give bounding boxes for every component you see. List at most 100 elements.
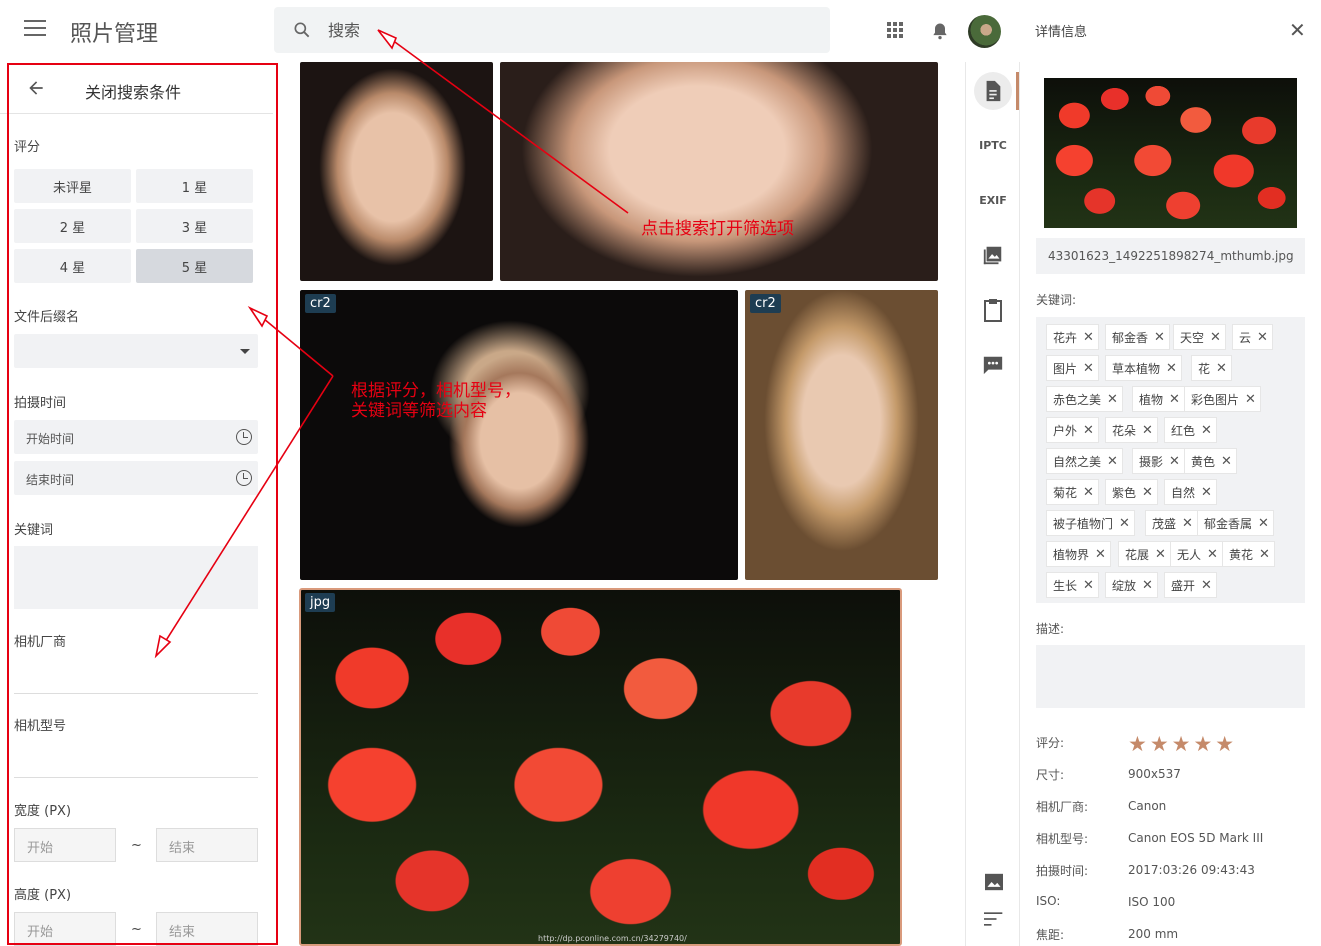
keyword-chip[interactable]: 天空 ✕ [1173,324,1226,350]
remove-chip-icon[interactable]: ✕ [1119,516,1130,531]
keyword-chip[interactable]: 紫色 ✕ [1105,479,1158,505]
remove-chip-icon[interactable]: ✕ [1169,454,1180,469]
menu-icon[interactable] [24,20,46,38]
height-start-input[interactable]: 开始 [14,912,116,946]
remove-chip-icon[interactable]: ✕ [1083,361,1094,376]
keyword-chip[interactable]: 花展 ✕ [1118,541,1171,567]
sort-icon[interactable] [984,911,1004,927]
keyword-chip[interactable]: 云 ✕ [1232,324,1273,350]
rating-stars[interactable]: ★★★★★ [1128,732,1237,756]
keyword-chip[interactable]: 黄花 ✕ [1222,541,1275,567]
remove-chip-icon[interactable]: ✕ [1083,423,1094,438]
tab-exif[interactable]: EXIF [974,181,1012,219]
remove-chip-icon[interactable]: ✕ [1083,485,1094,500]
keyword-input[interactable] [14,546,258,609]
width-end-input[interactable]: 结束 [156,828,258,862]
keyword-chip[interactable]: 生长 ✕ [1046,572,1099,598]
keyword-chip[interactable]: 黄色 ✕ [1184,448,1237,474]
keyword-chip[interactable]: 绽放 ✕ [1105,572,1158,598]
remove-chip-icon[interactable]: ✕ [1207,547,1218,562]
keyword-chip[interactable]: 郁金香 ✕ [1105,324,1170,350]
rating-unrated-button[interactable]: 未评星 [14,169,131,203]
keyword-chip[interactable]: 盛开 ✕ [1164,572,1217,598]
remove-chip-icon[interactable]: ✕ [1210,330,1221,345]
clock-icon[interactable] [236,470,252,486]
tab-document-icon[interactable] [974,72,1012,110]
remove-chip-icon[interactable]: ✕ [1201,423,1212,438]
keyword-chip[interactable]: 红色 ✕ [1164,417,1217,443]
remove-chip-icon[interactable]: ✕ [1083,330,1094,345]
keyword-chip[interactable]: 户外 ✕ [1046,417,1099,443]
keyword-chip[interactable]: 图片 ✕ [1046,355,1099,381]
rating-4-star-button[interactable]: 4 星 [14,249,131,283]
keyword-chip[interactable]: 植物界 ✕ [1046,541,1111,567]
end-time-field[interactable]: 结束时间 [14,461,258,495]
rating-1-star-button[interactable]: 1 星 [136,169,253,203]
keyword-chip[interactable]: 茂盛 ✕ [1145,510,1198,536]
camera-maker-underline[interactable] [14,693,258,694]
remove-chip-icon[interactable]: ✕ [1142,578,1153,593]
description-input[interactable] [1036,645,1305,708]
tab-gallery-icon[interactable] [974,236,1012,274]
back-arrow-icon[interactable] [26,78,46,98]
keyword-chip[interactable]: 菊花 ✕ [1046,479,1099,505]
height-end-input[interactable]: 结束 [156,912,258,946]
remove-chip-icon[interactable]: ✕ [1221,454,1232,469]
remove-chip-icon[interactable]: ✕ [1182,516,1193,531]
suffix-select[interactable] [14,334,258,368]
width-start-input[interactable]: 开始 [14,828,116,862]
keyword-chip[interactable]: 自然 ✕ [1164,479,1217,505]
image-icon[interactable] [984,873,1004,891]
remove-chip-icon[interactable]: ✕ [1155,547,1166,562]
keyword-chip[interactable]: 赤色之美 ✕ [1046,386,1123,412]
search-input[interactable] [328,17,808,43]
remove-chip-icon[interactable]: ✕ [1107,454,1118,469]
keyword-chip[interactable]: 草本植物 ✕ [1105,355,1182,381]
keyword-chip[interactable]: 彩色图片 ✕ [1184,386,1261,412]
apps-grid-icon[interactable] [887,22,903,38]
keyword-chip[interactable]: 摄影 ✕ [1132,448,1185,474]
remove-chip-icon[interactable]: ✕ [1107,392,1118,407]
photo-thumbnail[interactable]: cr2 [745,290,938,580]
tab-comment-icon[interactable] [974,346,1012,384]
photo-thumbnail[interactable] [500,62,938,281]
remove-chip-icon[interactable]: ✕ [1154,330,1165,345]
clock-icon[interactable] [236,429,252,445]
start-time-field[interactable]: 开始时间 [14,420,258,454]
user-avatar[interactable] [968,15,1001,48]
remove-chip-icon[interactable]: ✕ [1083,578,1094,593]
photo-thumbnail-selected[interactable]: jpg http://dp.pconline.com.cn/34279740/ [299,588,902,946]
remove-chip-icon[interactable]: ✕ [1258,516,1269,531]
keyword-chip[interactable]: 被子植物门 ✕ [1046,510,1135,536]
photo-thumbnail[interactable]: cr2 [300,290,738,580]
tab-iptc[interactable]: IPTC [974,126,1012,164]
keyword-chip[interactable]: 无人 ✕ [1170,541,1223,567]
keyword-chip[interactable]: 花朵 ✕ [1105,417,1158,443]
camera-model-underline[interactable] [14,777,258,778]
keyword-chip[interactable]: 花卉 ✕ [1046,324,1099,350]
notification-bell-icon[interactable] [930,20,950,42]
rating-3-star-button[interactable]: 3 星 [136,209,253,243]
remove-chip-icon[interactable]: ✕ [1216,361,1227,376]
remove-chip-icon[interactable]: ✕ [1142,485,1153,500]
photo-thumbnail[interactable] [300,62,493,281]
remove-chip-icon[interactable]: ✕ [1166,361,1177,376]
remove-chip-icon[interactable]: ✕ [1257,330,1268,345]
remove-chip-icon[interactable]: ✕ [1201,578,1212,593]
rating-2-star-button[interactable]: 2 星 [14,209,131,243]
remove-chip-icon[interactable]: ✕ [1142,423,1153,438]
search-box[interactable] [274,7,830,53]
keyword-chip[interactable]: 自然之美 ✕ [1046,448,1123,474]
filename-field[interactable]: 43301623_1492251898274_mthumb.jpg [1036,238,1305,274]
close-icon[interactable]: ✕ [1289,18,1306,42]
keyword-chip[interactable]: 花 ✕ [1191,355,1232,381]
remove-chip-icon[interactable]: ✕ [1095,547,1106,562]
rating-5-star-button[interactable]: 5 星 [136,249,253,283]
remove-chip-icon[interactable]: ✕ [1259,547,1270,562]
remove-chip-icon[interactable]: ✕ [1169,392,1180,407]
remove-chip-icon[interactable]: ✕ [1201,485,1212,500]
keyword-chip[interactable]: 植物 ✕ [1132,386,1185,412]
keyword-chip[interactable]: 郁金香属 ✕ [1197,510,1274,536]
remove-chip-icon[interactable]: ✕ [1245,392,1256,407]
tab-clipboard-icon[interactable] [974,291,1012,329]
